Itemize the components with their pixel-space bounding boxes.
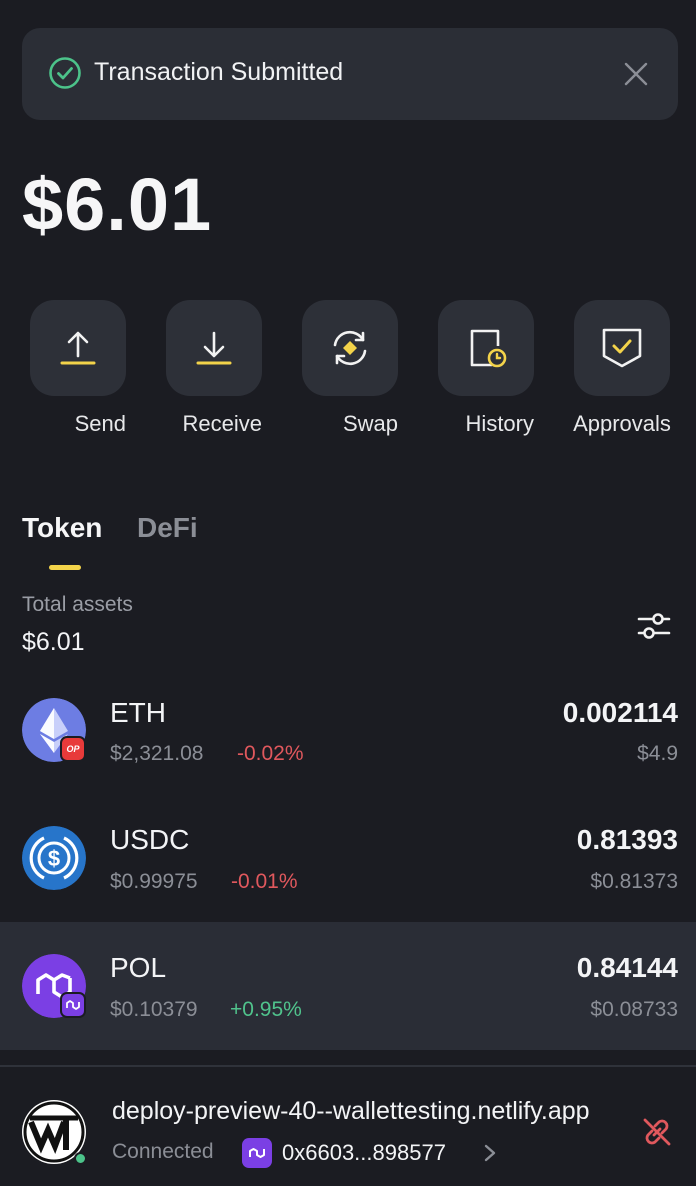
- token-symbol: POL: [110, 952, 167, 983]
- dapp-url: deploy-preview-40--wallettesting.netlify…: [112, 1097, 590, 1125]
- shield-check-icon: [602, 328, 642, 368]
- tab-token[interactable]: Token: [22, 512, 102, 544]
- token-price: $2,321.08: [110, 742, 204, 765]
- connection-status: Connected: [112, 1140, 214, 1163]
- chevron-right-icon[interactable]: [482, 1143, 498, 1163]
- token-price: $0.99975: [110, 870, 198, 893]
- transaction-toast: Transaction Submitted: [22, 28, 678, 120]
- swap-button[interactable]: Swap: [302, 300, 398, 437]
- token-value: $0.81373: [590, 870, 678, 893]
- footer-divider: [0, 1065, 696, 1067]
- download-icon: [196, 331, 232, 365]
- wallet-address[interactable]: 0x6603...898577: [282, 1140, 446, 1166]
- optimism-badge-icon: OP: [60, 736, 86, 762]
- token-change: -0.01%: [231, 870, 298, 893]
- token-value: $4.9: [637, 742, 678, 765]
- history-label: History: [465, 411, 534, 436]
- polygon-network-icon: [242, 1138, 272, 1168]
- tab-defi[interactable]: DeFi: [137, 512, 198, 544]
- polygon-badge-icon: [60, 992, 86, 1018]
- token-price: $0.10379: [110, 998, 198, 1021]
- token-symbol: ETH: [110, 697, 166, 728]
- upload-icon: [60, 331, 96, 365]
- swap-label: Swap: [342, 411, 398, 436]
- total-balance: $6.01: [22, 163, 213, 246]
- token-amount: 0.81393: [576, 824, 678, 855]
- toast-title: Transaction Submitted: [94, 58, 344, 86]
- approvals-label: Approvals: [573, 411, 671, 436]
- send-button[interactable]: Send: [30, 300, 126, 437]
- optimism-badge-text: OP: [66, 744, 80, 754]
- check-circle-icon: [49, 57, 81, 89]
- token-row-usdc[interactable]: $ USDC $0.99975 -0.01% 0.81393 $0.81373: [0, 796, 696, 924]
- total-assets-label: Total assets: [22, 593, 133, 616]
- send-label: Send: [74, 411, 126, 436]
- close-icon[interactable]: [622, 60, 650, 88]
- token-change: +0.95%: [230, 998, 302, 1021]
- total-assets-value: $6.01: [22, 628, 85, 656]
- token-value: $0.08733: [590, 998, 678, 1021]
- token-amount: 0.84144: [576, 952, 678, 983]
- history-icon: [470, 329, 507, 368]
- receive-label: Receive: [182, 411, 262, 436]
- token-row-eth[interactable]: OP ETH $2,321.08 -0.02% 0.002114 $4.9: [0, 668, 696, 796]
- swap-icon: [333, 330, 367, 366]
- receive-button[interactable]: Receive: [166, 300, 262, 437]
- token-change: -0.02%: [237, 742, 304, 765]
- approvals-button[interactable]: Approvals: [573, 300, 671, 437]
- svg-text:$: $: [48, 846, 60, 871]
- token-row-pol[interactable]: POL $0.10379 +0.95% 0.84144 $0.08733: [0, 922, 696, 1050]
- active-tab-indicator: [49, 565, 81, 570]
- usdc-logo: $: [22, 826, 86, 890]
- online-status-dot: [74, 1152, 87, 1165]
- token-symbol: USDC: [110, 824, 190, 855]
- token-amount: 0.002114: [562, 697, 678, 728]
- filter-settings-icon[interactable]: [636, 608, 672, 644]
- history-button[interactable]: History: [438, 300, 534, 437]
- disconnect-link-icon[interactable]: [640, 1115, 674, 1149]
